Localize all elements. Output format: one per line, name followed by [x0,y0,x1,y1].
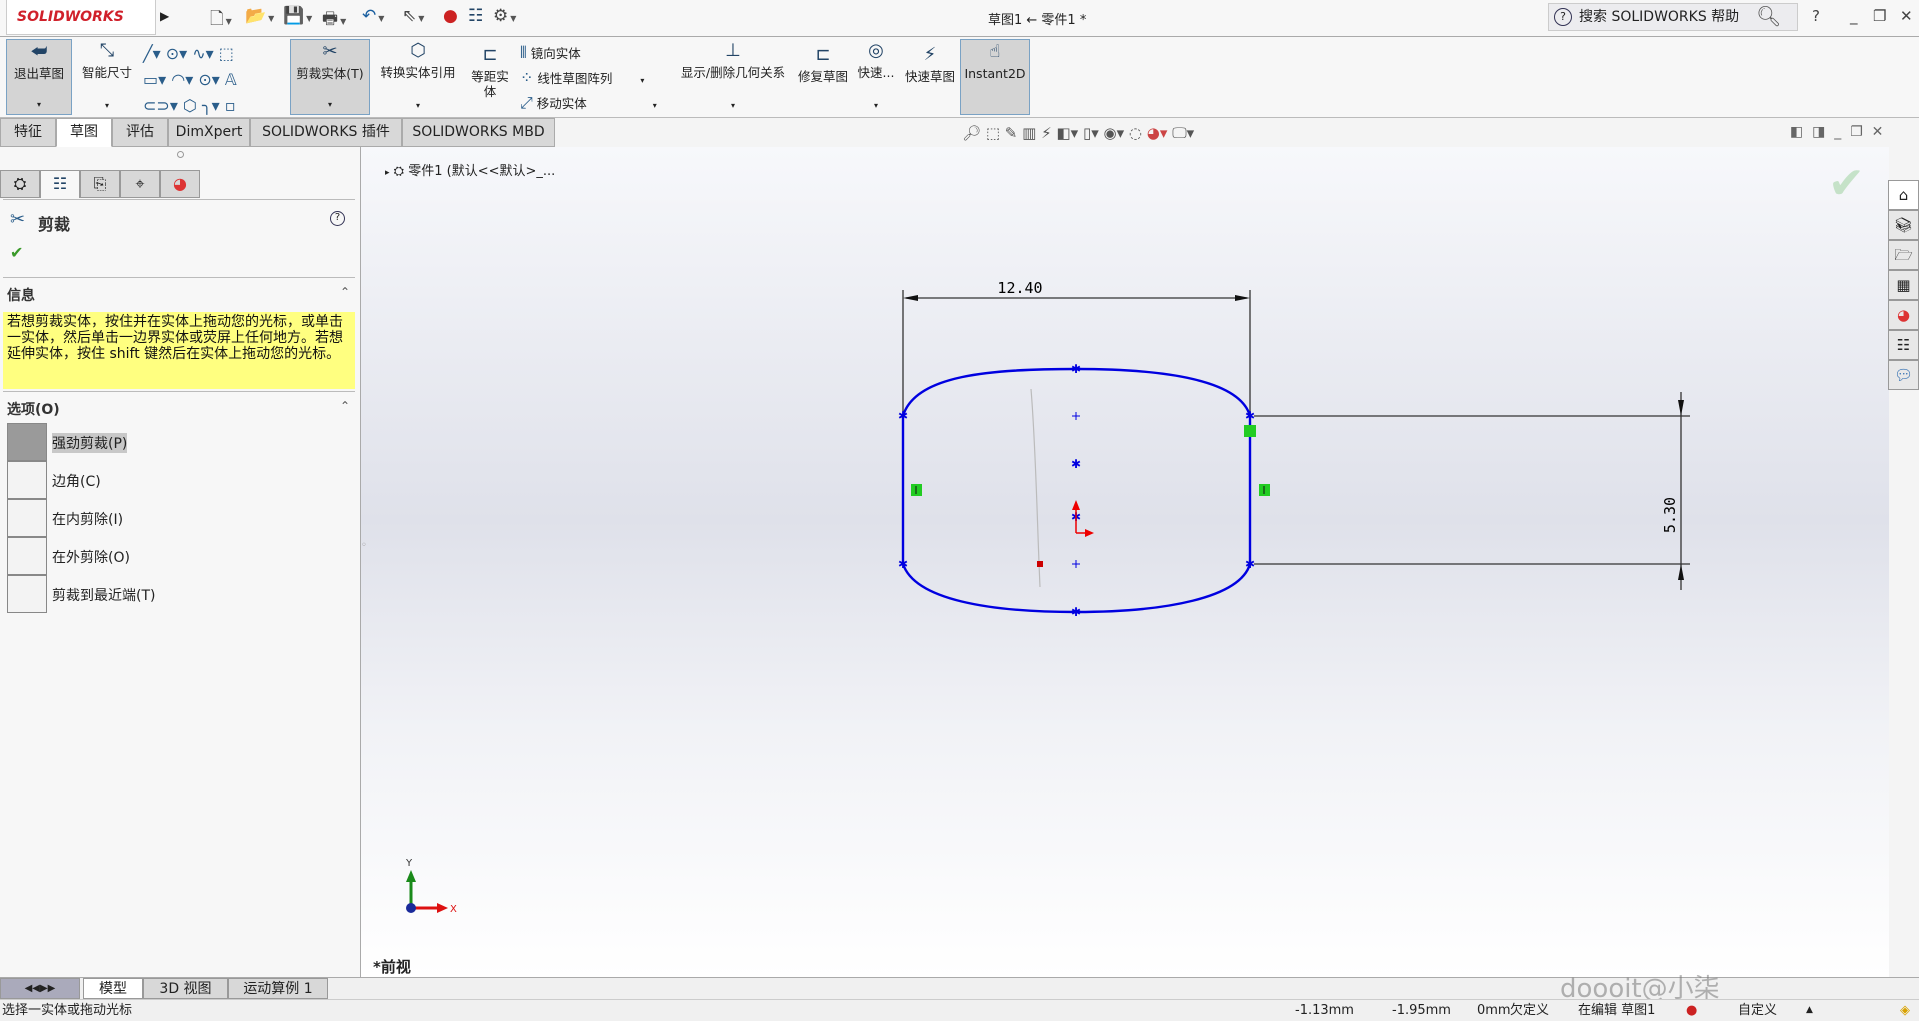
arrowhead [1235,295,1250,301]
task-pane-tabs: ⌂ 📚︎ 🗁 ▦ ◕ ☷ 💬︎ [1888,180,1919,390]
arrowhead [903,295,918,301]
arrowhead [1678,400,1684,416]
units-selector[interactable]: 自定义 [1738,1000,1777,1021]
tab-3d-views[interactable]: 3D 视图 [143,978,228,999]
arrowhead [1678,564,1684,580]
top-arc [901,367,1252,417]
dimension-height-text[interactable]: 5.30 [1661,497,1679,533]
units-dropdown-arrow[interactable]: ▲ [1806,1000,1813,1021]
x-axis-label: X [450,904,457,915]
custom-properties-icon[interactable]: ☷ [1888,330,1919,360]
point-marker: ✱ [1245,409,1255,423]
point-marker: ✱ [1071,457,1081,471]
file-explorer-icon[interactable]: 🗁 [1888,240,1919,270]
coordinate-triad: Y X [405,858,457,915]
sketch-profile [901,367,1252,614]
y-axis-label: Y [405,858,413,869]
editing-status: 在编辑 草图1 [1578,1003,1656,1018]
point-marker: ✱ [1071,605,1081,619]
tab-motion-study[interactable]: 运动算例 1 [228,978,328,999]
coord-x: -1.13mm [1295,1003,1354,1018]
solidworks-resources-icon[interactable]: ⌂ [1888,180,1919,210]
coord-y: -1.95mm [1392,1003,1451,1018]
view-palette-icon[interactable]: ▦ [1888,270,1919,300]
status-bar: 选择一实体或拖动光标 -1.13mm -1.95mm 0mm 欠定义 在编辑 草… [0,999,1919,1021]
status-message: 选择一实体或拖动光标 [2,1003,133,1018]
appearances-icon[interactable]: ◕ [1888,300,1919,330]
rebuild-status-icon[interactable]: ● [1686,1000,1697,1021]
forum-icon[interactable]: 💬︎ [1888,360,1919,390]
origin-marker [1072,500,1094,537]
coord-z: 0mm [1477,1003,1511,1018]
tooltip-icon[interactable]: ◈ [1900,1000,1910,1021]
point-marker: ✱ [898,557,908,571]
panel-collapse-handle[interactable]: ◦ [361,540,367,560]
design-library-icon[interactable]: 📚︎ [1888,210,1919,240]
sketch-state: 欠定义 [1510,1003,1550,1018]
point-marker: ✱ [898,409,908,423]
point-marker: ✱ [1245,557,1255,571]
tangent-relation-icon [1244,425,1256,437]
trim-cursor-point [1037,561,1043,567]
point-marker: ✱ [1071,362,1081,376]
dimension-width-text[interactable]: 12.40 [997,279,1042,297]
view-orientation-label: *前视 [373,958,411,976]
trim-path-trace [1030,388,1041,588]
tab-model[interactable]: 模型 [83,978,143,999]
sketch-canvas[interactable]: 12.40 5.30 ✱ ✱ ✱ ✱ ✱ ✱ ✱ ✱ Y X [0,0,1919,1021]
tab-scroll-arrows[interactable]: ◀◀▶▶ [0,978,80,999]
sketch-points: ✱ ✱ ✱ ✱ ✱ ✱ ✱ ✱ [898,362,1255,619]
